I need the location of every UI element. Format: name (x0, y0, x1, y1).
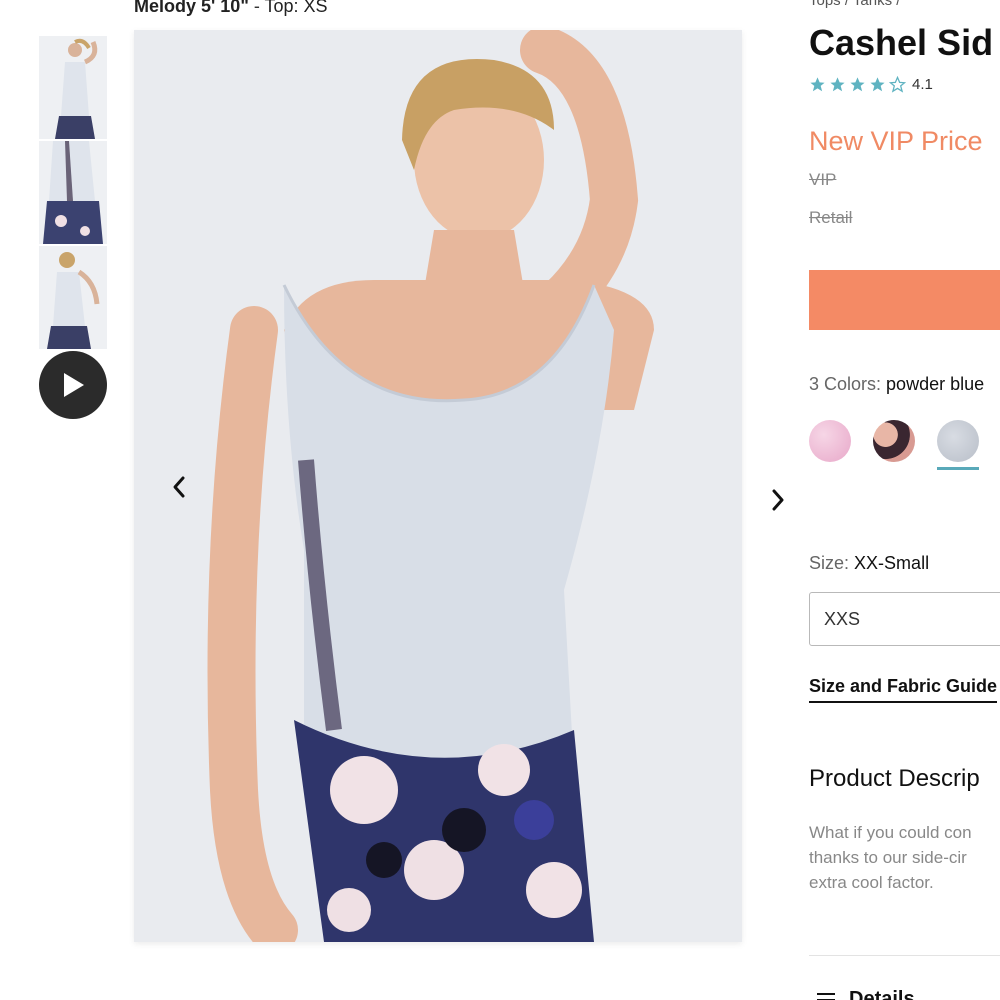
details-label: Details (849, 988, 915, 1000)
description-line: extra cool factor. (809, 873, 934, 892)
star-outline-icon (889, 76, 906, 93)
new-vip-price-label: New VIP Price (809, 126, 983, 156)
retail-price-label: Retail (809, 208, 853, 227)
thumbnail-front[interactable] (39, 36, 107, 139)
product-title: Cashel Sid (809, 22, 994, 63)
selected-color: powder blue (886, 374, 985, 394)
thumbnail-back[interactable] (39, 246, 107, 349)
product-main-image (134, 30, 742, 942)
product-info-panel: Tops / Tanks / Cashel Sid 4.1 New VIP Pr… (809, 0, 1000, 1000)
color-swatch-rose[interactable] (873, 420, 915, 462)
thumbnail-side[interactable] (39, 141, 107, 244)
star-icon (810, 77, 825, 92)
model-size: Top: XS (264, 0, 328, 16)
details-accordion[interactable]: Details (817, 988, 915, 1000)
color-swatch-powder-blue[interactable] (937, 420, 979, 470)
star-icon (850, 77, 865, 92)
vip-price-label: VIP (809, 170, 837, 189)
play-icon (64, 373, 84, 397)
play-video-button[interactable] (39, 351, 107, 419)
chevron-left-icon (173, 476, 185, 498)
model-separator: - (248, 0, 265, 16)
star-icon (830, 77, 845, 92)
description-line: What if you could con (809, 823, 972, 842)
description-line: thanks to our side-cir (809, 848, 967, 867)
color-swatch-pink[interactable] (809, 420, 851, 462)
carousel-prev-button[interactable] (162, 470, 196, 504)
add-to-bag-button[interactable] (809, 270, 1000, 330)
thumbnail-list (39, 36, 107, 351)
divider (809, 955, 1000, 956)
model-name: Melody 5' 10" (134, 0, 249, 16)
size-label-text: Size: (809, 553, 850, 573)
rating-stars (809, 76, 906, 93)
color-swatches (809, 420, 979, 470)
product-rating[interactable]: 4.1 (809, 76, 933, 93)
list-icon (817, 992, 835, 1000)
product-description-text: What if you could con thanks to our side… (809, 820, 972, 895)
size-select[interactable]: XXS (809, 592, 1000, 646)
star-icon (870, 77, 885, 92)
model-info: Melody 5' 10" - Top: XS (134, 0, 328, 17)
breadcrumb[interactable]: Tops / Tanks / (809, 0, 900, 9)
chevron-right-icon (772, 489, 783, 511)
selected-size: XX-Small (854, 553, 930, 573)
colors-label: 3 Colors: powder blue (809, 374, 984, 395)
colors-count: 3 Colors: (809, 374, 882, 394)
rating-value: 4.1 (912, 76, 933, 93)
size-label: Size: XX-Small (809, 553, 929, 574)
product-description-heading: Product Descrip (809, 765, 980, 792)
size-select-value: XXS (824, 608, 861, 629)
size-fabric-guide-link[interactable]: Size and Fabric Guide (809, 676, 998, 703)
